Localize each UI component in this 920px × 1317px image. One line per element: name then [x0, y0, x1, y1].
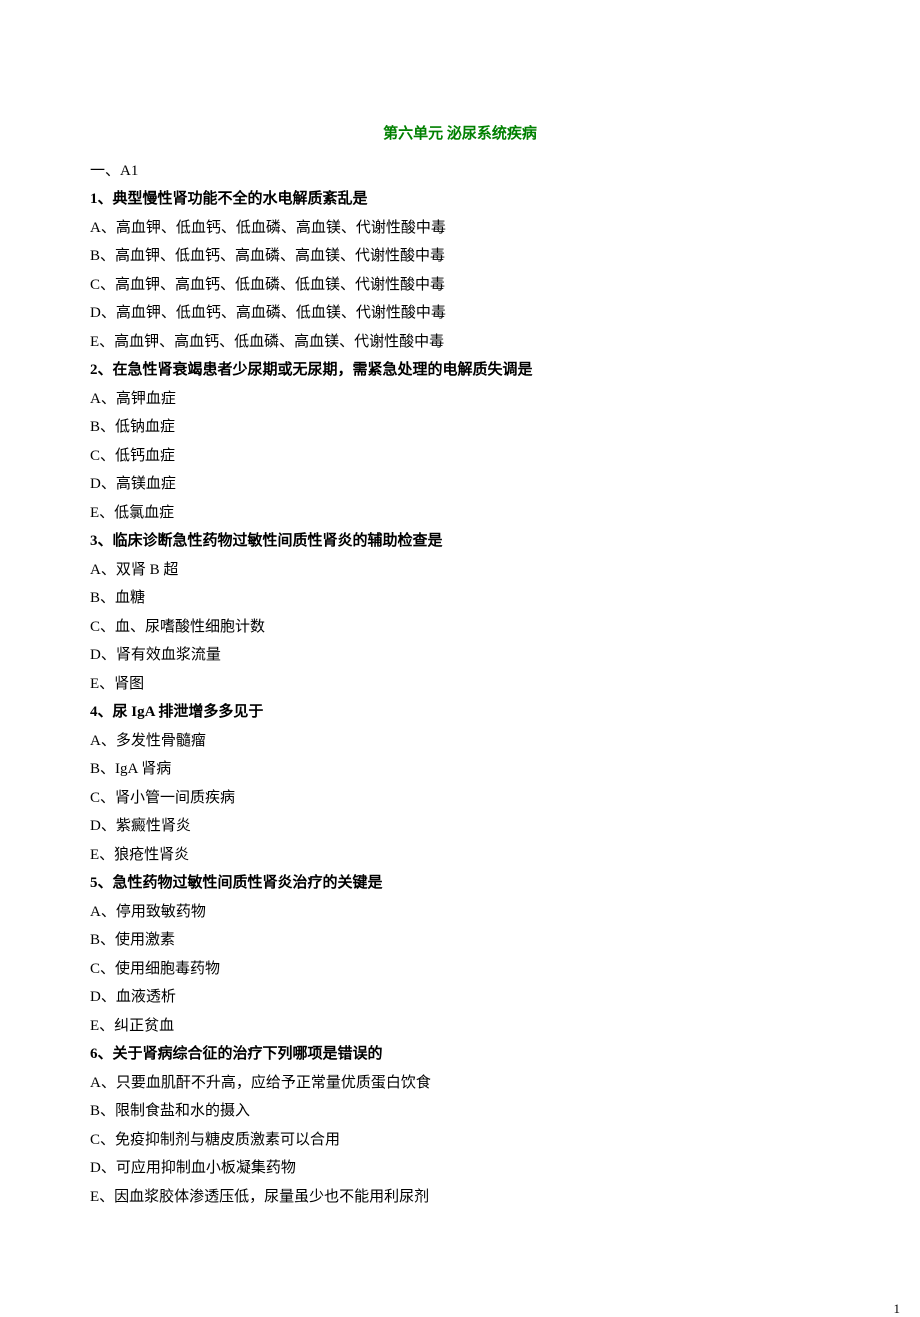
option: B、低钠血症	[90, 413, 830, 442]
option: B、使用激素	[90, 926, 830, 955]
option: E、因血浆胶体渗透压低，尿量虽少也不能用利尿剂	[90, 1183, 830, 1212]
page-number: 1	[0, 1301, 920, 1317]
question-block: 3、临床诊断急性药物过敏性间质性肾炎的辅助检查是 A、双肾 B 超 B、血糖 C…	[90, 527, 830, 698]
option: C、免疫抑制剂与糖皮质激素可以合用	[90, 1126, 830, 1155]
page-title: 第六单元 泌尿系统疾病	[90, 120, 830, 149]
option: E、纠正贫血	[90, 1012, 830, 1041]
option: E、狼疮性肾炎	[90, 841, 830, 870]
option: C、高血钾、高血钙、低血磷、低血镁、代谢性酸中毒	[90, 271, 830, 300]
option: C、血、尿嗜酸性细胞计数	[90, 613, 830, 642]
option: D、可应用抑制血小板凝集药物	[90, 1154, 830, 1183]
option: D、肾有效血浆流量	[90, 641, 830, 670]
section-label: 一、A1	[90, 157, 830, 186]
option: E、低氯血症	[90, 499, 830, 528]
question-block: 1、典型慢性肾功能不全的水电解质紊乱是 A、高血钾、低血钙、低血磷、高血镁、代谢…	[90, 185, 830, 356]
option: C、肾小管一间质疾病	[90, 784, 830, 813]
question-text: 4、尿 IgA 排泄增多多见于	[90, 698, 830, 727]
option: A、双肾 B 超	[90, 556, 830, 585]
question-text: 2、在急性肾衰竭患者少尿期或无尿期，需紧急处理的电解质失调是	[90, 356, 830, 385]
question-block: 6、关于肾病综合征的治疗下列哪项是错误的 A、只要血肌酐不升高，应给予正常量优质…	[90, 1040, 830, 1211]
question-text: 5、急性药物过敏性间质性肾炎治疗的关键是	[90, 869, 830, 898]
question-block: 2、在急性肾衰竭患者少尿期或无尿期，需紧急处理的电解质失调是 A、高钾血症 B、…	[90, 356, 830, 527]
question-text: 1、典型慢性肾功能不全的水电解质紊乱是	[90, 185, 830, 214]
document-page: 第六单元 泌尿系统疾病 一、A1 1、典型慢性肾功能不全的水电解质紊乱是 A、高…	[0, 0, 920, 1271]
option: D、高血钾、低血钙、高血磷、低血镁、代谢性酸中毒	[90, 299, 830, 328]
option: B、血糖	[90, 584, 830, 613]
question-block: 4、尿 IgA 排泄增多多见于 A、多发性骨髓瘤 B、IgA 肾病 C、肾小管一…	[90, 698, 830, 869]
question-block: 5、急性药物过敏性间质性肾炎治疗的关键是 A、停用致敏药物 B、使用激素 C、使…	[90, 869, 830, 1040]
option: B、限制食盐和水的摄入	[90, 1097, 830, 1126]
question-text: 6、关于肾病综合征的治疗下列哪项是错误的	[90, 1040, 830, 1069]
option: A、只要血肌酐不升高，应给予正常量优质蛋白饮食	[90, 1069, 830, 1098]
question-text: 3、临床诊断急性药物过敏性间质性肾炎的辅助检查是	[90, 527, 830, 556]
option: D、血液透析	[90, 983, 830, 1012]
option: A、高钾血症	[90, 385, 830, 414]
option: D、紫癜性肾炎	[90, 812, 830, 841]
option: B、IgA 肾病	[90, 755, 830, 784]
option: A、多发性骨髓瘤	[90, 727, 830, 756]
option: C、使用细胞毒药物	[90, 955, 830, 984]
option: E、肾图	[90, 670, 830, 699]
option: E、高血钾、高血钙、低血磷、高血镁、代谢性酸中毒	[90, 328, 830, 357]
option: C、低钙血症	[90, 442, 830, 471]
option: D、高镁血症	[90, 470, 830, 499]
option: B、高血钾、低血钙、高血磷、高血镁、代谢性酸中毒	[90, 242, 830, 271]
option: A、高血钾、低血钙、低血磷、高血镁、代谢性酸中毒	[90, 214, 830, 243]
option: A、停用致敏药物	[90, 898, 830, 927]
